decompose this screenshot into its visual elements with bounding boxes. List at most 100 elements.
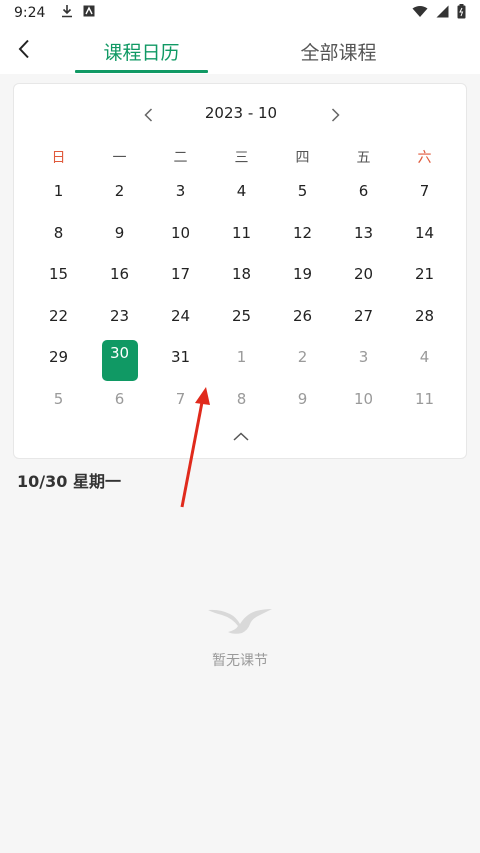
status-bar: 9:24 (0, 0, 480, 26)
calendar-day[interactable]: 4 (211, 174, 272, 216)
calendar-day[interactable]: 9 (89, 216, 150, 258)
calendar-day-number: 25 (231, 306, 252, 325)
calendar-day-number: 27 (353, 306, 374, 325)
calendar-day[interactable]: 5 (28, 382, 89, 424)
back-arrow-icon (18, 39, 29, 59)
back-button[interactable] (10, 34, 38, 64)
red-arrow-annotation (180, 387, 210, 508)
calendar-day-number: 7 (419, 182, 430, 200)
calendar-day-number: 24 (170, 306, 191, 325)
calendar-day[interactable]: 10 (333, 382, 394, 424)
calendar-day-number: 1 (53, 182, 64, 200)
calendar-day-number: 13 (353, 223, 374, 242)
current-month-label: 2023 - 10 (204, 104, 278, 122)
calendar-day[interactable]: 4 (394, 340, 455, 382)
calendar-day-number: 14 (414, 223, 435, 242)
calendar-day[interactable]: 13 (333, 216, 394, 258)
chevron-up-icon (233, 431, 249, 441)
weekday-mon: 一 (112, 150, 127, 166)
calendar-day[interactable]: 25 (211, 299, 272, 341)
calendar-day[interactable]: 11 (394, 382, 455, 424)
calendar-day[interactable]: 6 (89, 382, 150, 424)
weekday-wed: 三 (234, 150, 249, 166)
chevron-left-icon (143, 108, 152, 122)
calendar-day-number: 9 (297, 389, 308, 408)
calendar-day-number: 10 (170, 223, 191, 242)
calendar-day-number: 19 (292, 265, 313, 283)
calendar-day-number: 2 (297, 348, 308, 366)
calendar-day[interactable]: 12 (272, 216, 333, 258)
text-icon (83, 5, 95, 21)
empty-message: 暂无课节 (212, 653, 268, 669)
tab-all-courses[interactable]: 全部课程 (272, 34, 405, 68)
calendar-day[interactable]: 15 (28, 257, 89, 299)
calendar-day[interactable]: 8 (28, 216, 89, 258)
calendar-day-number: 30 (101, 340, 138, 381)
calendar-day[interactable]: 3 (150, 174, 211, 216)
weekday-sat: 六 (417, 150, 432, 166)
tab-course-calendar[interactable]: 课程日历 (75, 34, 208, 68)
calendar-day[interactable]: 27 (333, 299, 394, 341)
calendar-day[interactable]: 29 (28, 340, 89, 382)
wifi-icon (412, 5, 428, 22)
calendar-day-number: 1 (236, 348, 247, 366)
calendar-day[interactable]: 8 (211, 382, 272, 424)
calendar-day-number: 10 (353, 389, 374, 408)
calendar-day[interactable]: 5 (272, 174, 333, 216)
calendar-day[interactable]: 11 (211, 216, 272, 258)
calendar-day[interactable]: 7 (394, 174, 455, 216)
calendar-day[interactable]: 2 (272, 340, 333, 382)
calendar-day-number: 4 (236, 182, 247, 200)
calendar-day[interactable]: 21 (394, 257, 455, 299)
calendar-day-number: 17 (170, 265, 191, 283)
calendar-day[interactable]: 14 (394, 216, 455, 258)
calendar-day-number: 20 (353, 265, 374, 283)
chevron-right-icon (331, 108, 340, 122)
calendar-day[interactable]: 24 (150, 299, 211, 341)
calendar-day[interactable]: 20 (333, 257, 394, 299)
calendar-card: 2023 - 10 日 一 二 三 四 五 六 1 2 3 4 5 6 7 8 9 10 11 12 1… (13, 83, 467, 459)
collapse-calendar-button[interactable] (231, 428, 251, 444)
calendar-day[interactable]: 31 (150, 340, 211, 382)
calendar-day-number: 21 (414, 265, 435, 283)
previous-month-button[interactable] (137, 104, 159, 126)
calendar-day-selected[interactable]: 30 (89, 340, 150, 382)
weekday-header: 日 一 二 三 四 五 六 (28, 147, 455, 167)
calendar-day-number: 31 (170, 348, 191, 366)
calendar-day-number: 11 (414, 389, 435, 408)
calendar-day-number: 16 (109, 265, 130, 283)
calendar-day-number: 3 (175, 182, 186, 200)
calendar-day[interactable]: 19 (272, 257, 333, 299)
calendar-day[interactable]: 2 (89, 174, 150, 216)
calendar-day-number: 9 (114, 223, 125, 242)
calendar-day[interactable]: 17 (150, 257, 211, 299)
calendar-day[interactable]: 9 (272, 382, 333, 424)
calendar-day-number: 12 (292, 223, 313, 242)
calendar-day[interactable]: 18 (211, 257, 272, 299)
weekday-thu: 四 (295, 150, 310, 166)
calendar-day-number: 5 (53, 389, 64, 408)
calendar-day[interactable]: 16 (89, 257, 150, 299)
calendar-day-number: 5 (297, 182, 308, 200)
month-navigator: 2023 - 10 (14, 102, 468, 128)
calendar-day[interactable]: 28 (394, 299, 455, 341)
calendar-day[interactable]: 22 (28, 299, 89, 341)
calendar-day[interactable]: 3 (333, 340, 394, 382)
next-month-button[interactable] (324, 104, 346, 126)
top-navigation: 课程日历 全部课程 (0, 26, 480, 74)
calendar-day[interactable]: 10 (150, 216, 211, 258)
calendar-day[interactable]: 1 (28, 174, 89, 216)
download-icon (61, 4, 73, 22)
calendar-day[interactable]: 1 (211, 340, 272, 382)
calendar-day[interactable]: 26 (272, 299, 333, 341)
signal-icon (436, 5, 449, 22)
calendar-day[interactable]: 6 (333, 174, 394, 216)
empty-state: 暂无课节 (0, 606, 480, 670)
calendar-day-number: 29 (48, 348, 69, 366)
calendar-day-number: 6 (114, 389, 125, 408)
status-time: 9:24 (14, 5, 46, 21)
calendar-day-number: 3 (358, 348, 369, 366)
calendar-day-grid: 1 2 3 4 5 6 7 8 9 10 11 12 13 14 15 16 17 18 19 20 21 22 23 24 2… (28, 174, 455, 423)
calendar-day[interactable]: 23 (89, 299, 150, 341)
calendar-day-number: 2 (114, 182, 125, 200)
